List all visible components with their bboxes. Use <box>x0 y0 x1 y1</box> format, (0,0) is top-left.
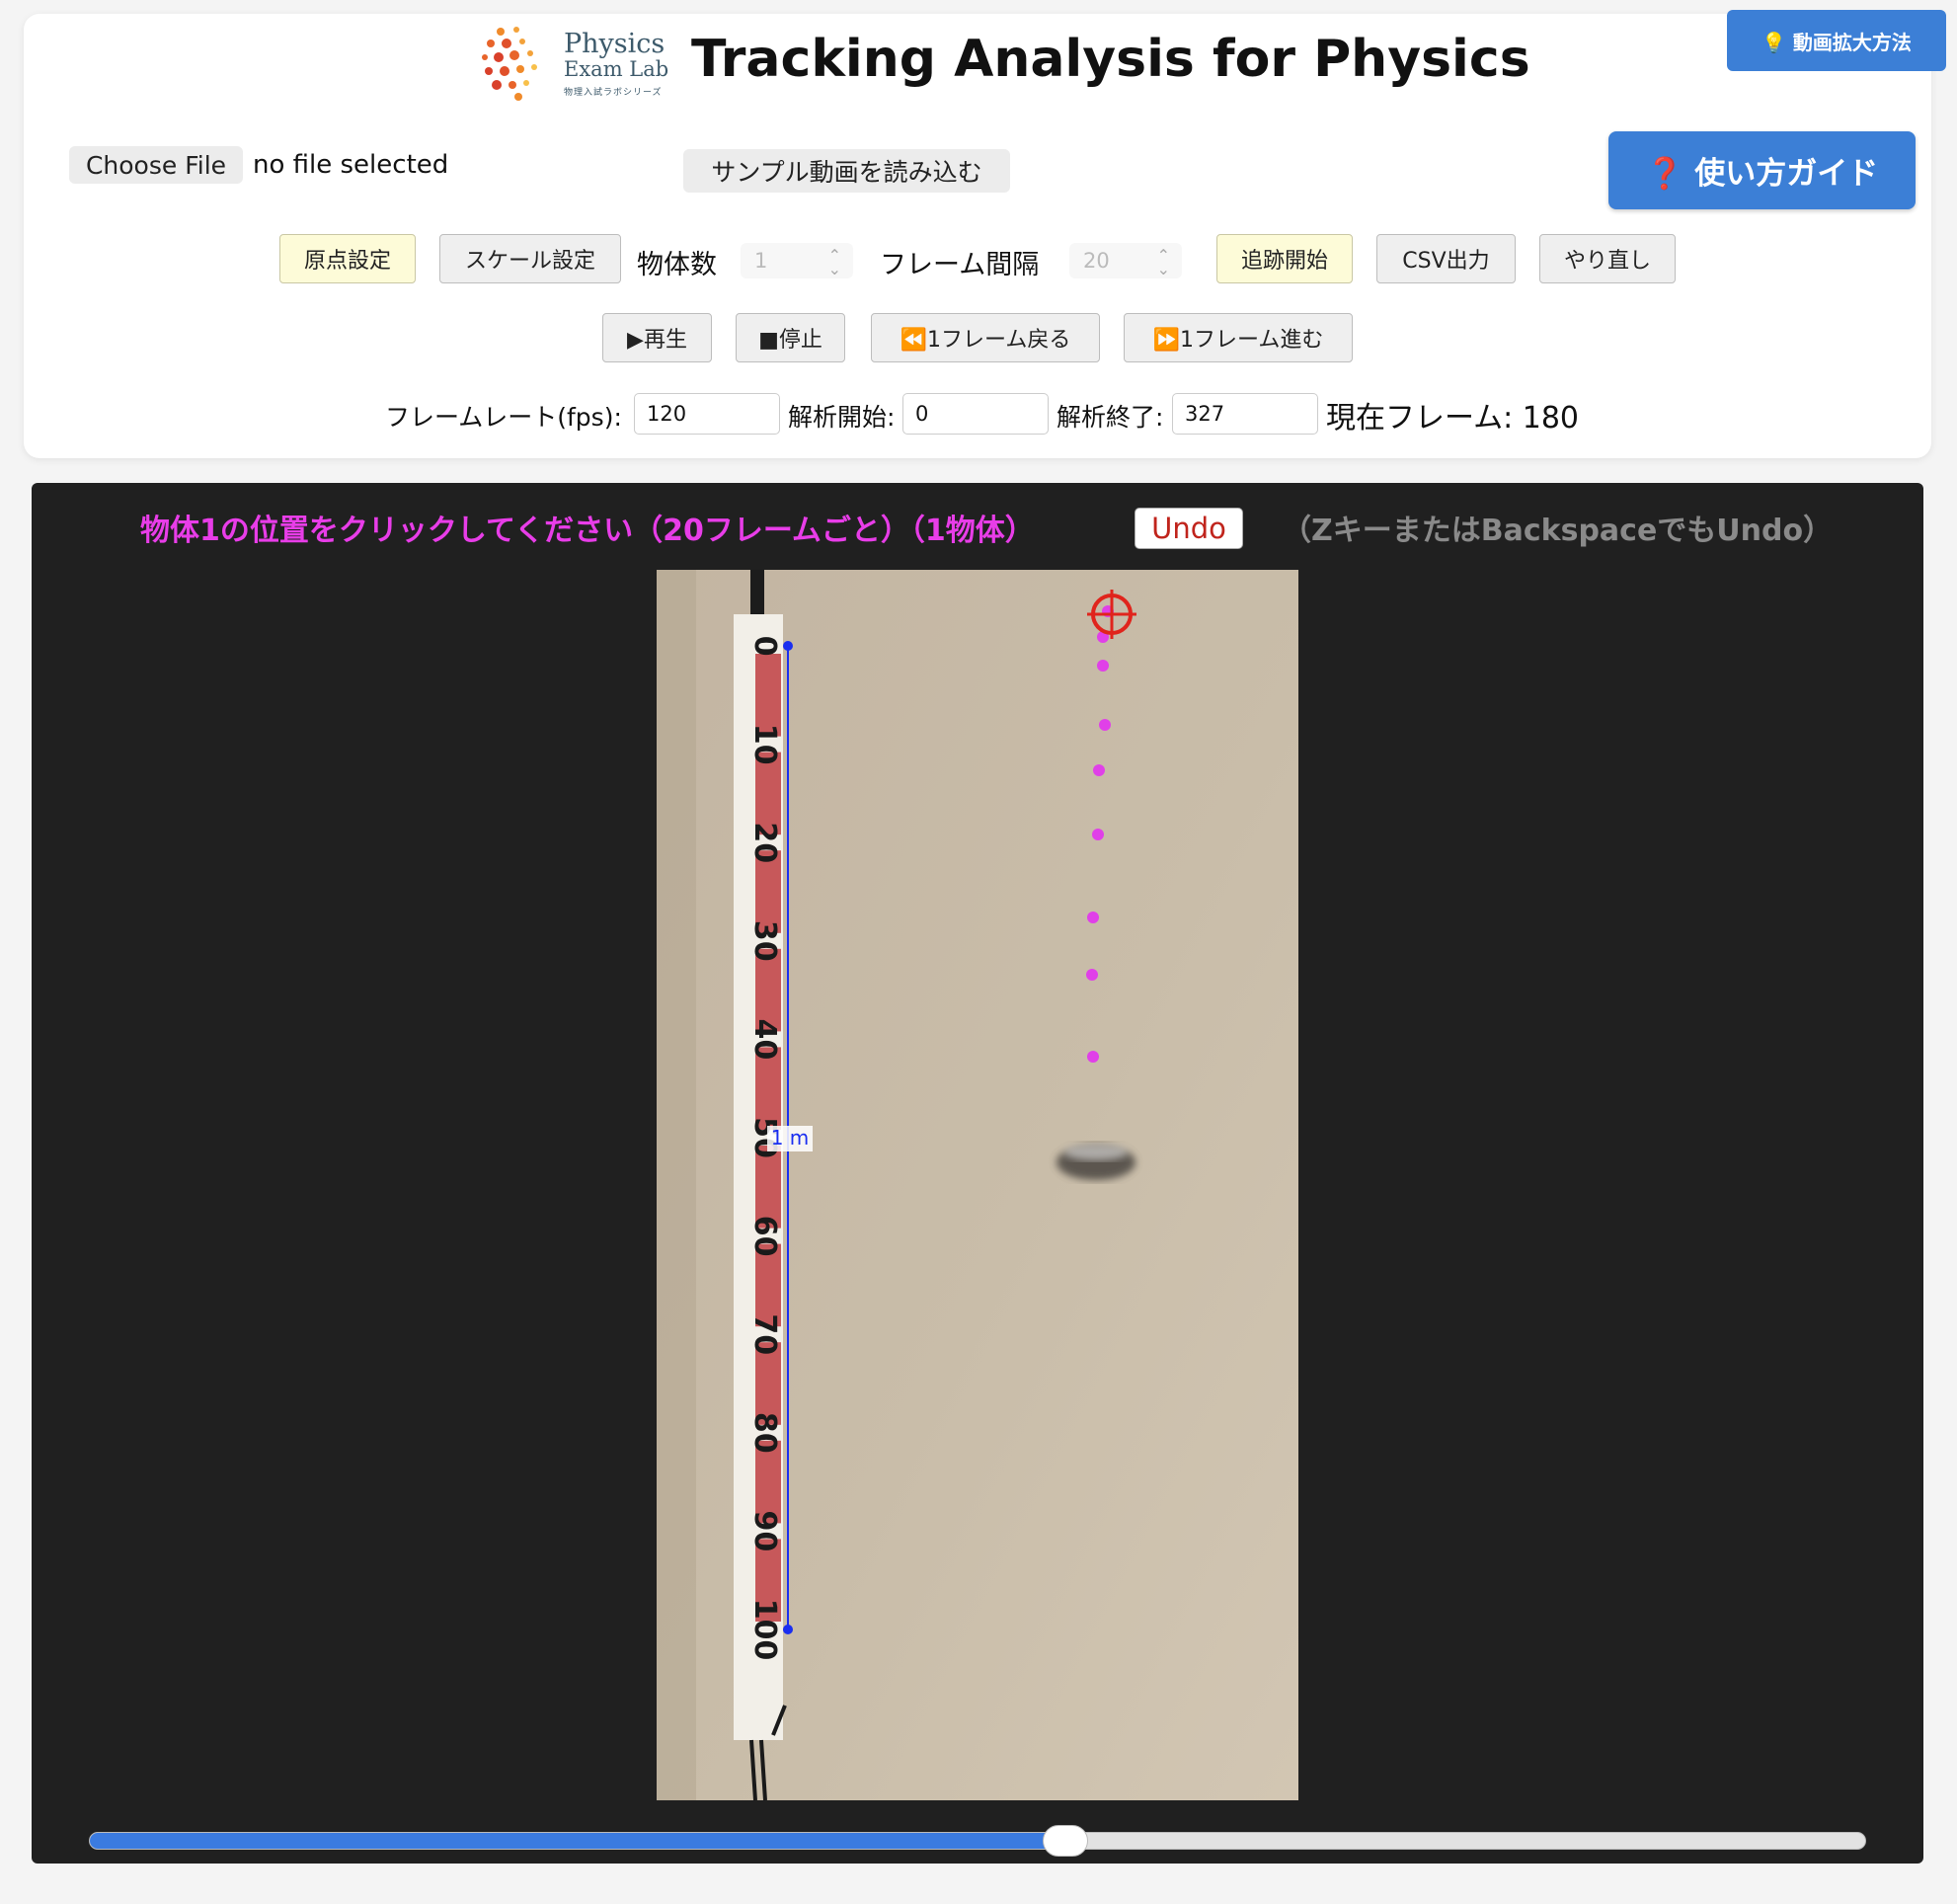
ruler-tick-label: 60 <box>747 1216 782 1257</box>
scale-end-point <box>783 1625 793 1634</box>
frame-interval-label: フレーム間隔 <box>880 250 1040 280</box>
tracked-point <box>1097 660 1109 672</box>
analysis-start-label: 解析開始: <box>788 403 896 432</box>
click-instruction: 物体1の位置をクリックしてください（20フレームごと）（1物体） <box>140 514 1035 548</box>
frame-interval-value: 20 <box>1083 249 1110 273</box>
stepper-arrows-icon: ⌃ ⌄ <box>1156 246 1170 278</box>
object-count-select[interactable]: 1 ⌃ ⌄ <box>741 243 853 278</box>
wall-shadow <box>657 570 696 1800</box>
csv-export-button[interactable]: CSV出力 <box>1376 234 1516 283</box>
stop-button[interactable]: ■停止 <box>736 313 845 362</box>
file-status: no file selected <box>253 150 449 180</box>
ruler-tick-label: 70 <box>747 1313 782 1355</box>
ruler-tick-label: 0 <box>747 636 782 657</box>
play-button[interactable]: ▶再生 <box>602 313 712 362</box>
reset-button[interactable]: やり直し <box>1539 234 1676 283</box>
scale-start-point <box>783 641 793 651</box>
logo-subtitle: 物理入試ラボシリーズ <box>564 88 663 98</box>
ruler-tick-label: 10 <box>747 724 782 765</box>
logo-dots-icon <box>482 27 537 101</box>
undo-hint: （ZキーまたはBackspaceでもUndo） <box>1282 514 1834 548</box>
frame-forward-button[interactable]: ⏩1フレーム進む <box>1124 313 1353 362</box>
tracked-point <box>1087 1051 1099 1063</box>
frame-slider-fill <box>90 1833 1065 1849</box>
usage-guide-button[interactable]: ❓ 使い方ガイド <box>1608 131 1916 209</box>
ruler-tick-label: 90 <box>747 1511 782 1552</box>
measuring-tape: 0102030405060708090100 <box>734 614 783 1740</box>
object-count-label: 物体数 <box>637 250 717 280</box>
frame-interval-select[interactable]: 20 ⌃ ⌄ <box>1069 243 1182 278</box>
tracked-point <box>1099 719 1111 731</box>
falling-ball <box>1057 1145 1135 1180</box>
hanging-cord <box>750 570 764 619</box>
load-sample-button[interactable]: サンプル動画を読み込む <box>683 149 1010 193</box>
ruler-tick-label: 30 <box>747 920 782 962</box>
ruler-tick-label: 80 <box>747 1412 782 1454</box>
ruler-tick-label: 40 <box>747 1019 782 1061</box>
analysis-start-input[interactable]: 0 <box>902 393 1049 435</box>
fps-input[interactable]: 120 <box>634 393 780 435</box>
start-tracking-button[interactable]: 追跡開始 <box>1216 234 1353 283</box>
logo-text-physics: Physics <box>564 29 665 59</box>
logo-text-examlab: Exam Lab <box>564 57 669 81</box>
ruler-tick-label: 100 <box>747 1599 782 1661</box>
ruler-tick-label: 20 <box>747 822 782 863</box>
choose-file-button[interactable]: Choose File <box>69 146 243 184</box>
undo-button[interactable]: Undo <box>1135 508 1243 549</box>
object-count-value: 1 <box>754 249 768 273</box>
zoom-help-button[interactable]: 💡 動画拡大方法 <box>1727 10 1946 71</box>
tracked-point <box>1087 912 1099 923</box>
frame-slider[interactable] <box>89 1825 1866 1857</box>
tracked-point <box>1093 764 1105 776</box>
frame-back-button[interactable]: ⏪1フレーム戻る <box>871 313 1100 362</box>
frame-slider-thumb[interactable] <box>1042 1825 1088 1857</box>
analysis-end-input[interactable]: 327 <box>1172 393 1318 435</box>
origin-setting-button[interactable]: 原点設定 <box>279 234 416 283</box>
scale-label: 1 m <box>771 1126 810 1150</box>
page-title: Tracking Analysis for Physics <box>691 30 1530 89</box>
tracked-point <box>1092 829 1104 840</box>
fps-label: フレームレート(fps): <box>385 403 622 432</box>
scale-setting-button[interactable]: スケール設定 <box>439 234 621 283</box>
tracked-point <box>1086 969 1098 981</box>
analysis-end-label: 解析終了: <box>1057 403 1164 432</box>
video-canvas[interactable]: 0102030405060708090100 1 m <box>657 570 1298 1800</box>
current-frame: 現在フレーム: 180 <box>1326 401 1580 436</box>
stepper-arrows-icon: ⌃ ⌄ <box>827 246 841 278</box>
logo: Physics Exam Lab 物理入試ラボシリーズ <box>479 24 672 107</box>
